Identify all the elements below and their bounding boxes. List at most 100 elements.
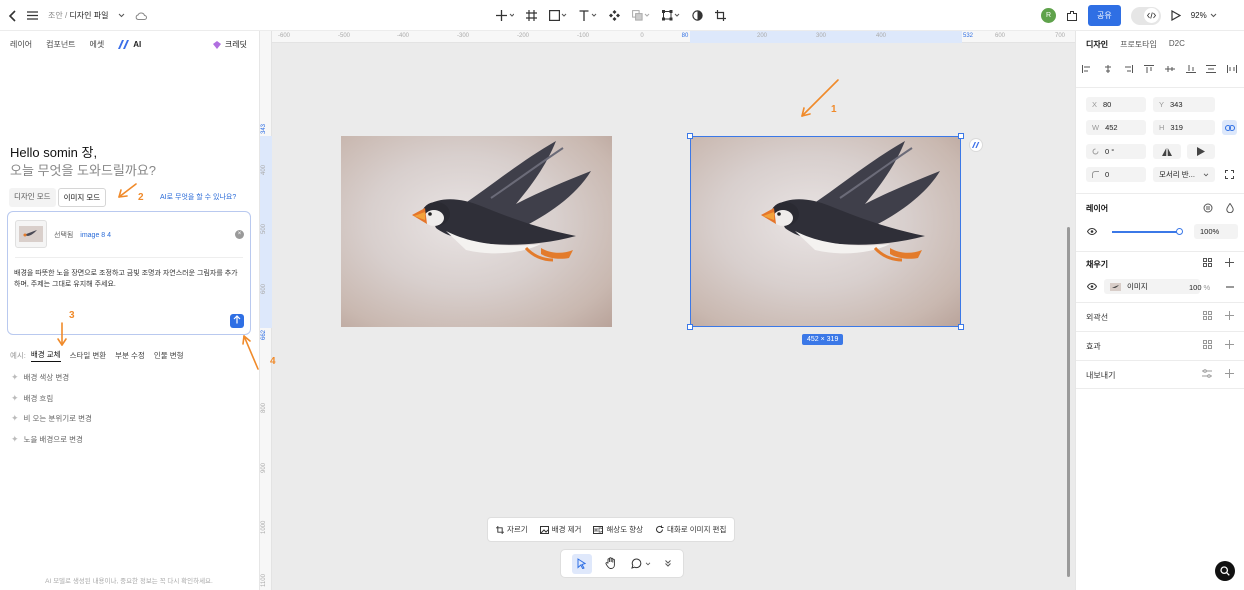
rotation-value: 0 ° (1105, 147, 1115, 156)
vertical-scrollbar[interactable] (1067, 227, 1070, 577)
corner-mode-select[interactable]: 모서리 반... (1153, 167, 1215, 182)
opacity-drop-icon[interactable] (1226, 203, 1234, 213)
x-field[interactable]: X 80 (1086, 97, 1146, 112)
h-label: H (1159, 123, 1165, 132)
width-field[interactable]: W 452 (1086, 120, 1146, 135)
canvas-bottom-toolbar (560, 549, 684, 578)
layer-section-actions (1203, 203, 1234, 213)
frame-tool-icon[interactable] (526, 10, 537, 21)
divider (1076, 360, 1244, 361)
alignment-tools (1082, 65, 1237, 73)
zoom-select[interactable]: 92% (1191, 11, 1217, 20)
add-icon[interactable] (1225, 258, 1234, 267)
opacity-slider-thumb[interactable] (1176, 228, 1183, 235)
image-action-bar: 자르기 배경 제거 해상도 향상 대화로 이미지 편집 (487, 517, 736, 542)
chevron-down-icon (645, 562, 651, 565)
y-value: 343 (1170, 100, 1183, 109)
fill-opacity-value: 100 (1189, 283, 1202, 292)
style-grid-icon[interactable] (1203, 340, 1212, 349)
y-field[interactable]: Y 343 (1153, 97, 1215, 112)
plugin-icon[interactable] (1066, 10, 1078, 22)
annotation-arrows-left (57, 183, 259, 370)
code-mode-toggle[interactable] (1130, 6, 1161, 25)
opacity-value: 100% (1200, 227, 1220, 236)
comment-tool[interactable] (630, 558, 651, 569)
w-label: W (1092, 123, 1100, 132)
height-field[interactable]: H 319 (1153, 120, 1215, 135)
link-icon (1224, 124, 1235, 131)
design-canvas[interactable]: -600 -500 -400 -300 -200 -100 0 80 200 3… (260, 31, 1075, 590)
rectangle-tool-icon[interactable] (549, 10, 567, 21)
remove-background-label: 배경 제거 (551, 525, 582, 534)
divider (1076, 388, 1244, 389)
more-tools[interactable] (664, 559, 672, 569)
fill-opacity[interactable]: 100 % (1189, 283, 1210, 292)
eye-icon[interactable] (1087, 228, 1097, 235)
chevron-down-icon (1203, 173, 1209, 176)
y-label: Y (1159, 100, 1165, 109)
properties-tabs: 디자인 프로토타입 D2C (1086, 39, 1185, 50)
independent-corners-icon[interactable] (1225, 170, 1234, 179)
add-icon[interactable] (1225, 340, 1234, 349)
tab-d2c[interactable]: D2C (1169, 39, 1185, 50)
vector-edit-icon[interactable] (662, 10, 680, 21)
align-top-icon[interactable] (1144, 65, 1155, 73)
play-icon[interactable] (1171, 10, 1181, 21)
flip-horizontal-icon (1162, 147, 1172, 156)
distribute-h-icon[interactable] (1206, 65, 1217, 73)
divider (1076, 331, 1244, 332)
add-icon[interactable] (1225, 311, 1234, 320)
hand-tool[interactable] (605, 556, 617, 571)
align-left-icon[interactable] (1082, 65, 1092, 73)
share-button[interactable]: 공유 (1088, 5, 1121, 26)
properties-panel: 디자인 프로토타입 D2C X 80 Y 343 W 452 H 319 0 ° (1075, 31, 1244, 590)
opacity-field[interactable]: 100% (1194, 224, 1238, 239)
constrain-proportions-toggle[interactable] (1222, 120, 1237, 135)
divider (1076, 302, 1244, 303)
component-tool-icon[interactable] (609, 10, 620, 21)
zoom-value: 92% (1190, 11, 1207, 20)
stroke-section-actions (1203, 311, 1234, 320)
corner-radius-field[interactable]: 0 (1086, 167, 1146, 182)
style-grid-icon[interactable] (1203, 311, 1212, 320)
add-icon[interactable] (1225, 369, 1234, 378)
remove-fill-icon[interactable] (1226, 286, 1234, 288)
crop-icon (496, 525, 504, 534)
annotation-label-2: 2 (138, 192, 144, 203)
flip-vertical-button[interactable] (1187, 144, 1215, 159)
align-middle-v-icon[interactable] (1164, 65, 1175, 73)
effect-section-title: 효과 (1086, 342, 1101, 351)
crop-icon[interactable] (715, 10, 726, 21)
h-value: 319 (1170, 123, 1183, 132)
stroke-section-title: 외곽선 (1086, 313, 1109, 322)
crop-action[interactable]: 자르기 (496, 524, 528, 535)
x-label: X (1092, 100, 1098, 109)
pointer-tool[interactable] (571, 553, 592, 574)
boolean-tool-icon[interactable] (632, 10, 650, 21)
remove-background-action[interactable]: 배경 제거 (539, 524, 582, 535)
ellipse-mask-icon[interactable] (692, 10, 703, 21)
align-bottom-icon[interactable] (1185, 65, 1196, 73)
upscale-action[interactable]: 해상도 향상 (593, 524, 643, 535)
add-tool-icon[interactable] (496, 10, 514, 21)
distribute-v-icon[interactable] (1226, 65, 1237, 73)
align-center-h-icon[interactable] (1103, 65, 1113, 73)
rotation-field[interactable]: 0 ° (1086, 144, 1146, 159)
opacity-slider[interactable] (1112, 231, 1180, 233)
align-right-icon[interactable] (1123, 65, 1134, 73)
export-section-title: 내보내기 (1086, 371, 1116, 380)
annotation-arrows (801, 79, 839, 117)
settings-sliders-icon[interactable] (1202, 369, 1212, 378)
blend-mode-icon[interactable] (1203, 203, 1213, 213)
style-grid-icon[interactable] (1203, 258, 1212, 267)
search-fab[interactable] (1215, 561, 1235, 581)
eye-icon[interactable] (1087, 283, 1097, 290)
flip-horizontal-button[interactable] (1153, 144, 1181, 159)
tab-prototype[interactable]: 프로토타입 (1120, 39, 1157, 50)
avatar[interactable]: R (1041, 8, 1056, 23)
chat-edit-label: 대화로 이미지 편집 (666, 525, 727, 534)
chat-edit-action[interactable]: 대화로 이미지 편집 (655, 524, 726, 535)
tab-design[interactable]: 디자인 (1086, 39, 1108, 50)
text-tool-icon[interactable] (579, 10, 597, 21)
fill-image-field[interactable]: 이미지 (1104, 279, 1200, 294)
